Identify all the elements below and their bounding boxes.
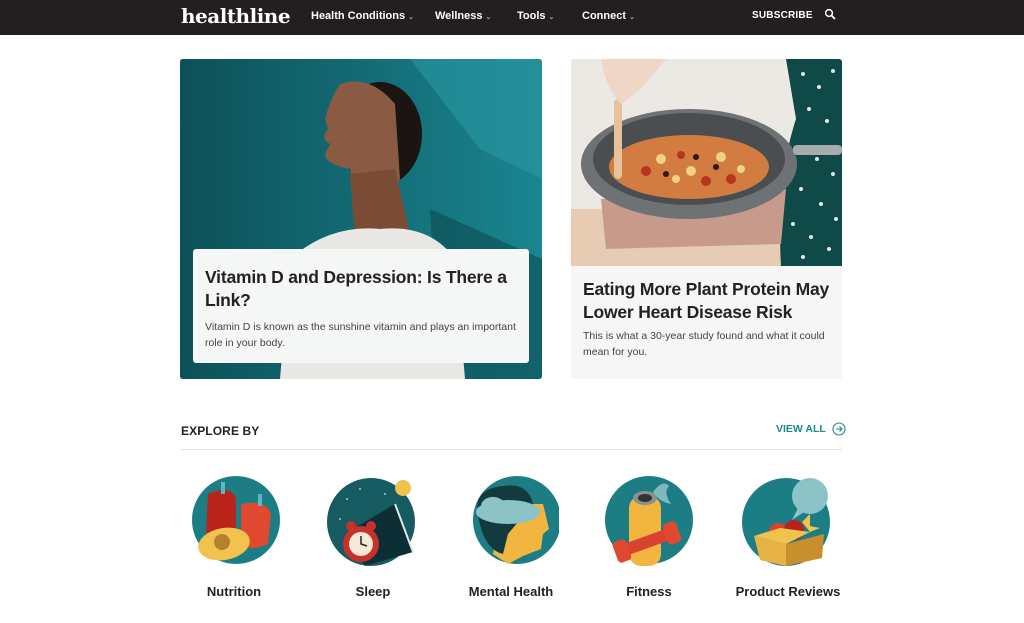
category-label: Sleep xyxy=(355,584,391,599)
nav-label: Health Conditions xyxy=(311,10,406,22)
category-label: Product Reviews xyxy=(735,584,841,599)
nav-label: Connect xyxy=(582,10,626,22)
category-label: Nutrition xyxy=(206,584,262,599)
top-navigation-bar: healthline Health Conditions ⌄ Wellness … xyxy=(0,0,1024,35)
featured-article-card[interactable]: Eating More Plant Protein May Lower Hear… xyxy=(571,59,842,379)
article-title[interactable]: Vitamin D and Depression: Is There a Lin… xyxy=(205,266,517,312)
nav-tools[interactable]: Tools ⌄ xyxy=(517,10,554,22)
nav-health-conditions[interactable]: Health Conditions ⌄ xyxy=(311,10,414,22)
category-fitness[interactable]: Fitness xyxy=(589,474,709,599)
featured-article-card[interactable]: Vitamin D and Depression: Is There a Lin… xyxy=(180,59,542,379)
article-title[interactable]: Eating More Plant Protein May Lower Hear… xyxy=(583,278,838,324)
vegetable-stir-fry-pan-photo xyxy=(571,59,842,266)
sleep-icon xyxy=(327,478,415,566)
article-description: Vitamin D is known as the sunshine vitam… xyxy=(205,321,516,349)
nav-label: Tools xyxy=(517,10,546,22)
article-description: This is what a 30-year study found and w… xyxy=(583,330,825,358)
chevron-down-icon: ⌄ xyxy=(629,14,635,21)
search-icon[interactable] xyxy=(824,8,836,20)
nav-label: Wellness xyxy=(435,10,483,22)
arrow-right-circle-icon xyxy=(832,422,846,436)
category-nutrition[interactable]: Nutrition xyxy=(174,474,294,599)
fitness-icon xyxy=(605,476,693,566)
nutrition-icon xyxy=(192,476,280,564)
category-label: Fitness xyxy=(626,584,672,599)
mental-health-icon xyxy=(473,476,559,564)
subscribe-button[interactable]: SUBSCRIBE xyxy=(752,10,813,21)
explore-by-heading: EXPLORE BY xyxy=(181,424,260,438)
product-reviews-icon xyxy=(742,478,830,566)
view-all-link[interactable]: VIEW ALL xyxy=(776,422,846,436)
nav-connect[interactable]: Connect ⌄ xyxy=(582,10,635,22)
chevron-down-icon: ⌄ xyxy=(548,14,555,21)
category-mental-health[interactable]: Mental Health xyxy=(451,474,571,599)
healthline-logo[interactable]: healthline xyxy=(181,4,291,28)
section-divider xyxy=(180,449,842,450)
article-overlay: Vitamin D and Depression: Is There a Lin… xyxy=(193,249,529,363)
view-all-label: VIEW ALL xyxy=(776,423,826,435)
chevron-down-icon: ⌄ xyxy=(408,14,414,21)
chevron-down-icon: ⌄ xyxy=(485,14,492,21)
category-label: Mental Health xyxy=(468,584,554,599)
nav-wellness[interactable]: Wellness ⌄ xyxy=(435,10,491,22)
article-text: Eating More Plant Protein May Lower Hear… xyxy=(583,278,838,360)
category-product-reviews[interactable]: Product Reviews xyxy=(728,474,848,599)
category-sleep[interactable]: Sleep xyxy=(313,474,433,599)
